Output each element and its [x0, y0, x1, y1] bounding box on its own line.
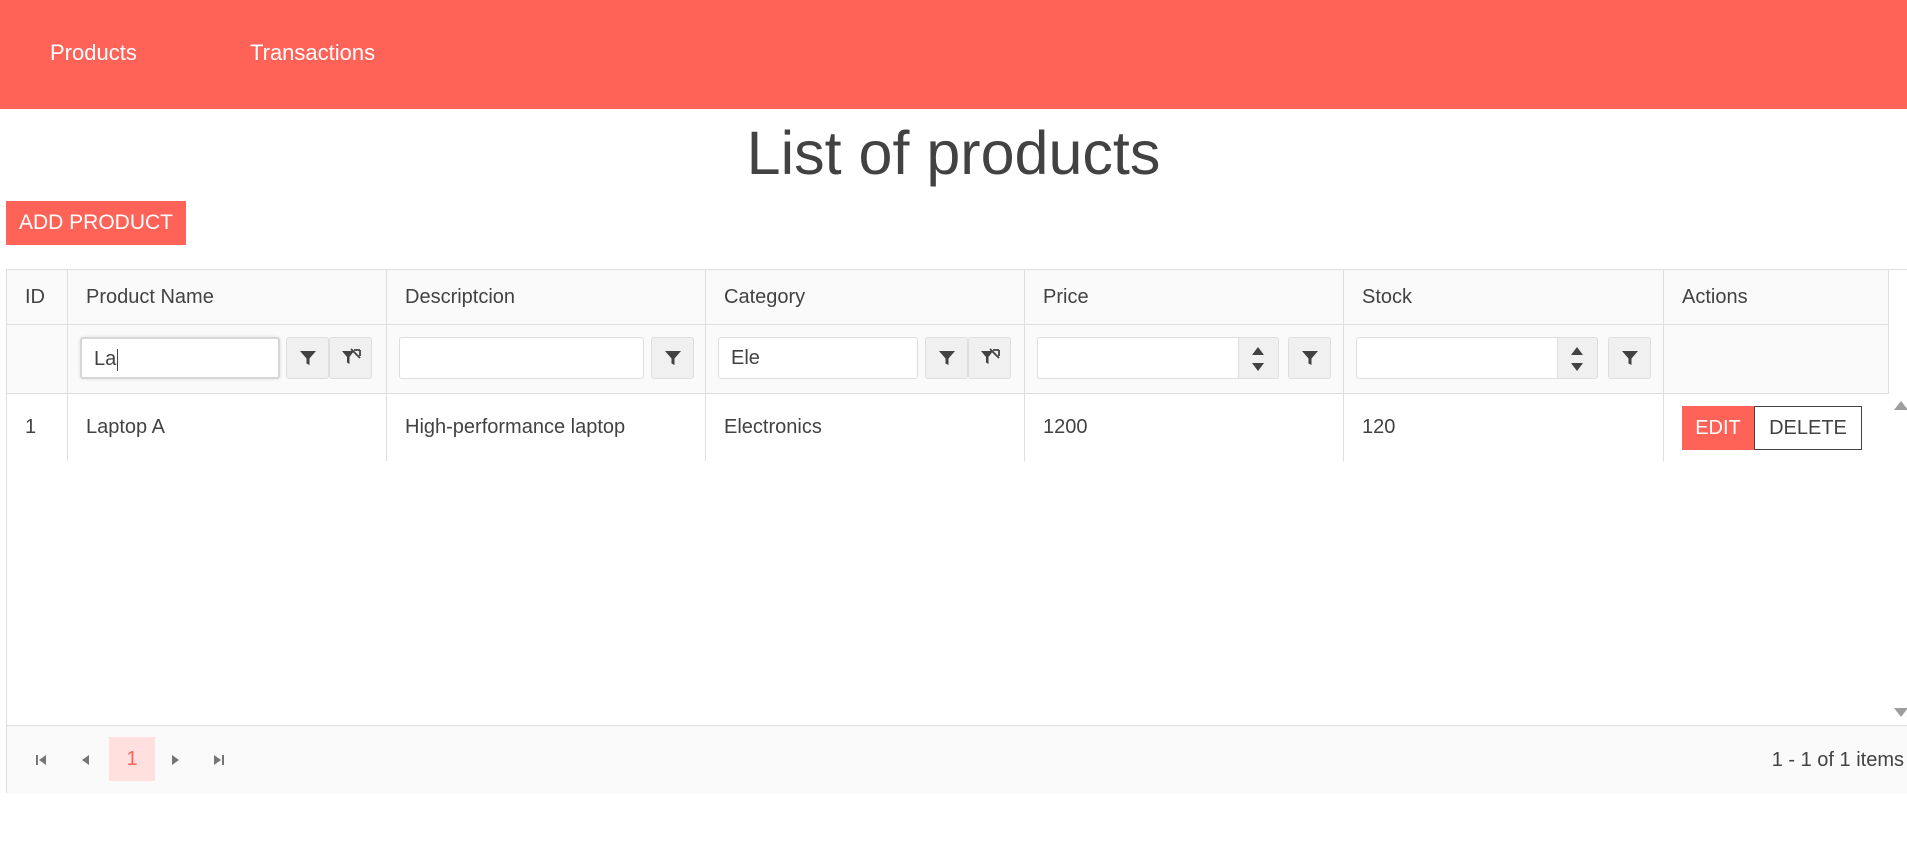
price-spinner[interactable]: [1239, 337, 1279, 379]
table-row: 1 Laptop A High-performance laptop Elect…: [7, 393, 1889, 461]
pager-info: 1 - 1 of 1 items: [1771, 749, 1904, 771]
product-name-clear-filter-button[interactable]: [329, 337, 372, 379]
price-filter-input[interactable]: [1037, 337, 1239, 379]
cell-product-name: Laptop A: [68, 393, 387, 461]
add-product-button[interactable]: ADD PRODUCT: [6, 201, 186, 245]
scroll-down-arrow-icon[interactable]: [1894, 708, 1907, 717]
text-caret: [117, 348, 119, 371]
cell-stock: 120: [1344, 393, 1664, 461]
clear-filter-icon: [341, 348, 361, 364]
grid-header: ID Product Name Descriptcion Category Pr…: [7, 270, 1889, 394]
category-filter-value: Ele: [731, 347, 760, 369]
clear-filter-icon: [980, 348, 1000, 364]
column-header-description[interactable]: Descriptcion: [387, 270, 706, 324]
first-page-icon: [36, 755, 46, 765]
filter-icon: [1621, 351, 1638, 365]
nav-products-link[interactable]: Products: [50, 40, 137, 66]
page-title: List of products: [746, 119, 1161, 187]
first-page-button[interactable]: [29, 748, 53, 772]
column-header-id[interactable]: ID: [7, 270, 68, 324]
product-name-filter-button[interactable]: [286, 337, 329, 379]
filter-icon: [299, 351, 316, 365]
spin-down-icon[interactable]: [1571, 363, 1583, 371]
column-header-product-name[interactable]: Product Name: [68, 270, 387, 324]
filter-icon: [938, 351, 955, 365]
column-header-price[interactable]: Price: [1025, 270, 1344, 324]
cell-category: Electronics: [706, 393, 1025, 461]
spin-up-icon[interactable]: [1571, 347, 1583, 355]
page-number-current[interactable]: 1: [109, 737, 155, 781]
last-page-button[interactable]: [207, 748, 231, 772]
category-clear-filter-button[interactable]: [968, 337, 1011, 379]
stock-filter-button[interactable]: [1608, 337, 1651, 379]
filter-cell-description: [387, 324, 706, 393]
next-page-button[interactable]: [163, 748, 187, 772]
product-name-filter-value: La: [94, 348, 117, 370]
description-filter-button[interactable]: [651, 337, 694, 379]
pager: 1 1 - 1 of 1 items: [7, 725, 1907, 794]
filter-icon: [664, 351, 681, 365]
filter-cell-id: [7, 324, 68, 393]
filter-cell-price: [1025, 324, 1344, 393]
nav-transactions-link[interactable]: Transactions: [250, 40, 375, 66]
next-page-icon: [172, 755, 179, 765]
column-header-category[interactable]: Category: [706, 270, 1025, 324]
last-page-icon: [214, 755, 224, 765]
delete-button[interactable]: DELETE: [1754, 406, 1862, 450]
filter-cell-product-name: La: [68, 324, 387, 393]
category-filter-button[interactable]: [925, 337, 968, 379]
spin-down-icon[interactable]: [1252, 363, 1264, 371]
product-name-filter-input[interactable]: La: [80, 337, 280, 379]
filter-cell-stock: [1344, 324, 1664, 393]
top-nav-bar: Products Transactions: [0, 0, 1907, 109]
stock-filter-input[interactable]: [1356, 337, 1558, 379]
cell-id: 1: [7, 393, 68, 461]
edit-button[interactable]: EDIT: [1682, 406, 1754, 450]
filter-cell-actions: [1664, 324, 1889, 393]
scroll-up-arrow-icon[interactable]: [1894, 401, 1907, 410]
stock-spinner[interactable]: [1558, 337, 1598, 379]
cell-price: 1200: [1025, 393, 1344, 461]
price-filter-button[interactable]: [1288, 337, 1331, 379]
category-filter-input[interactable]: Ele: [718, 337, 918, 379]
prev-page-icon: [82, 755, 89, 765]
description-filter-input[interactable]: [399, 337, 644, 379]
products-grid: ID Product Name Descriptcion Category Pr…: [6, 269, 1907, 794]
spin-up-icon[interactable]: [1252, 347, 1264, 355]
column-header-actions: Actions: [1664, 270, 1889, 324]
cell-description: High-performance laptop: [387, 393, 706, 461]
prev-page-button[interactable]: [74, 748, 98, 772]
column-header-stock[interactable]: Stock: [1344, 270, 1664, 324]
filter-cell-category: Ele: [706, 324, 1025, 393]
filter-icon: [1301, 351, 1318, 365]
